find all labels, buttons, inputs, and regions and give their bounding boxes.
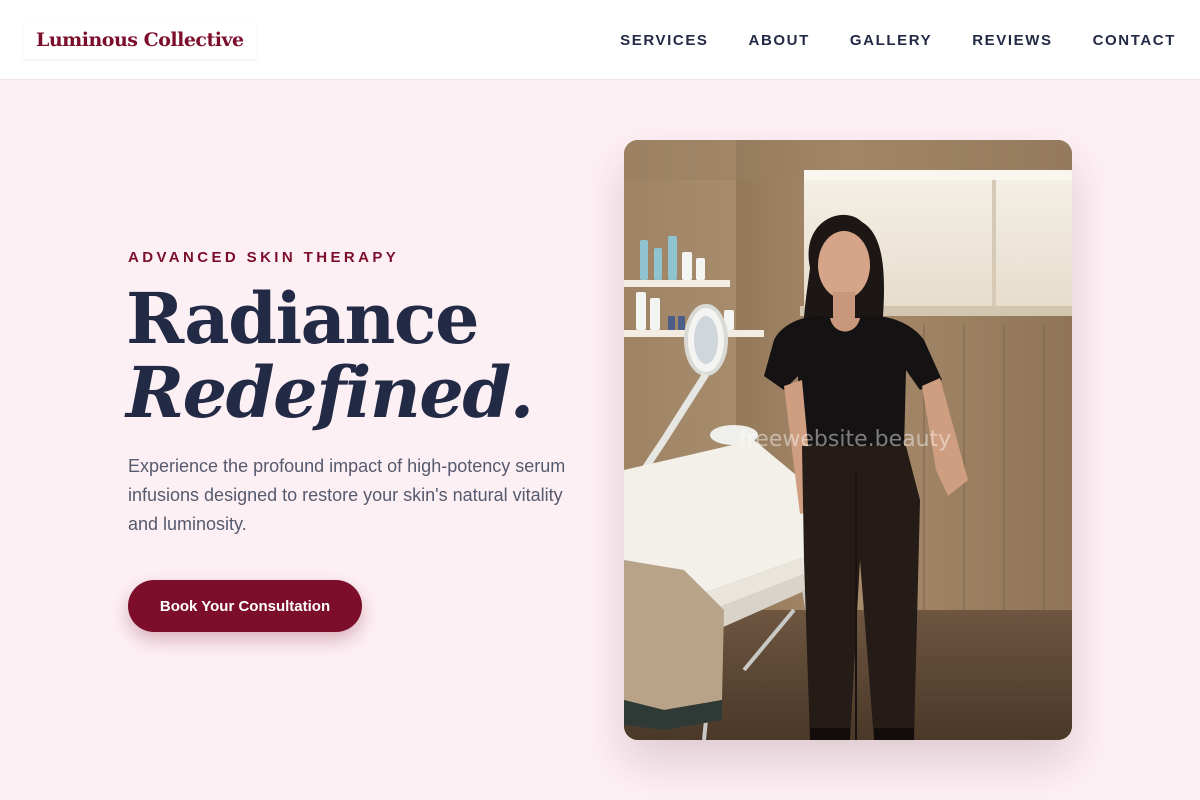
hero-title-line2: Redefined. xyxy=(126,351,534,434)
book-consultation-button[interactable]: Book Your Consultation xyxy=(128,580,362,632)
hero-title: Radiance Redefined. xyxy=(126,277,534,434)
hero-photo: freewebsite.beauty xyxy=(624,140,1072,740)
nav-contact[interactable]: CONTACT xyxy=(1093,32,1176,49)
hero-eyebrow: ADVANCED SKIN THERAPY xyxy=(128,249,400,266)
nav-about[interactable]: ABOUT xyxy=(749,32,810,49)
nav-services[interactable]: SERVICES xyxy=(620,32,708,49)
main-nav: SERVICES ABOUT GALLERY REVIEWS CONTACT xyxy=(620,0,1176,80)
hero-description: Experience the profound impact of high-p… xyxy=(128,456,566,534)
photo-watermark: freewebsite.beauty xyxy=(739,427,952,452)
nav-gallery[interactable]: GALLERY xyxy=(850,32,932,49)
hero-title-line1: Radiance xyxy=(126,277,480,360)
nav-reviews[interactable]: REVIEWS xyxy=(972,32,1052,49)
site-header: Luminous Collective SERVICES ABOUT GALLE… xyxy=(0,0,1200,80)
logo[interactable]: Luminous Collective xyxy=(24,21,256,59)
